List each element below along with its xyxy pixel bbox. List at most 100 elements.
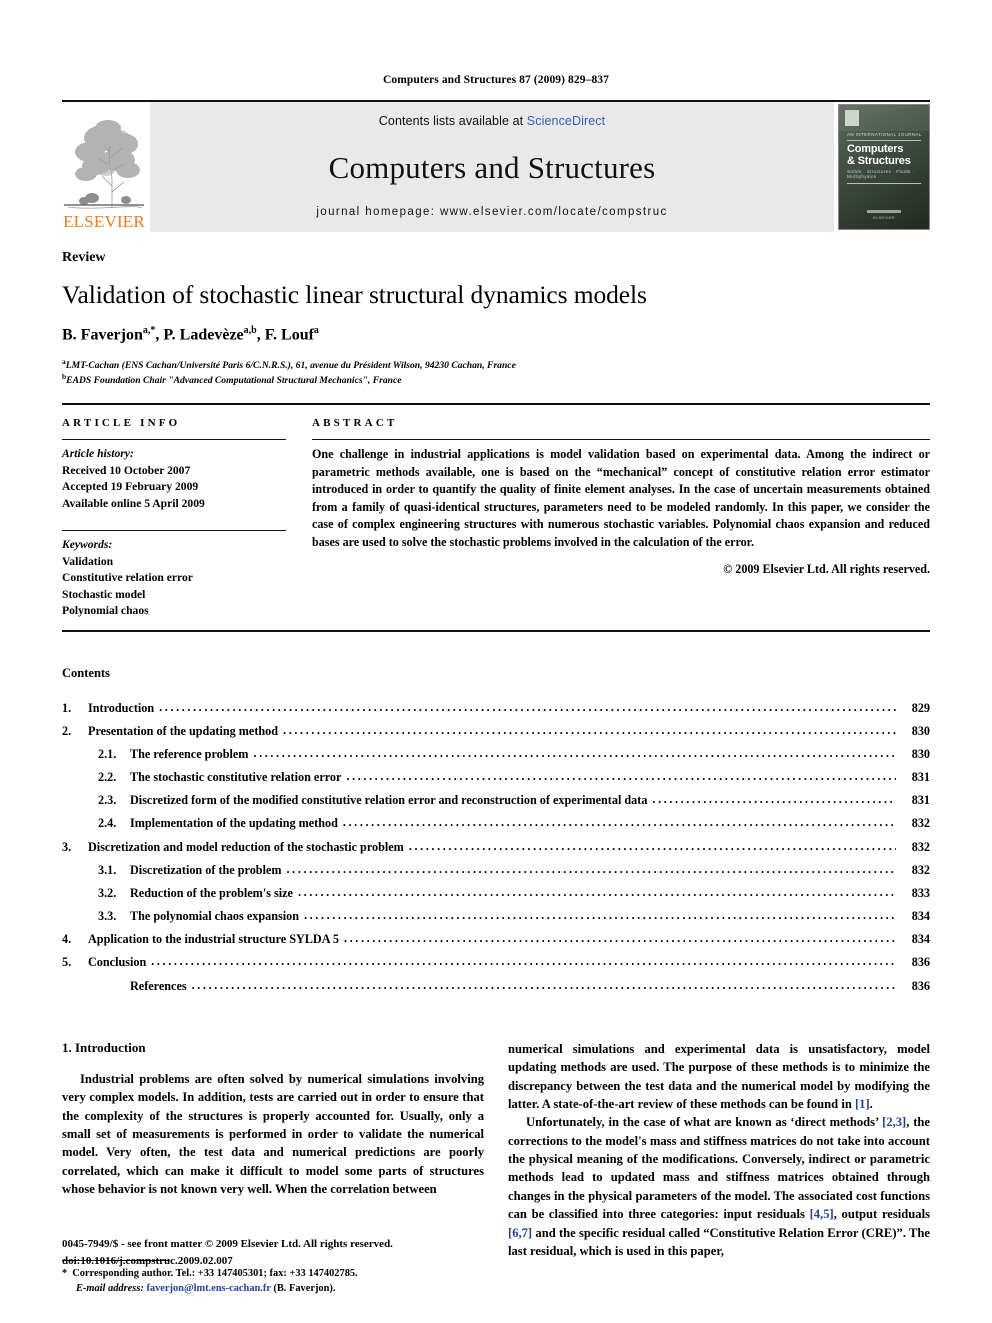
contents-entry[interactable]: 3. Discretization and model reduction of … — [62, 836, 930, 859]
author-name: P. Ladevèze — [163, 326, 244, 344]
article-info-column: ARTICLE INFO Article history: Received 1… — [62, 417, 312, 619]
divider — [312, 439, 930, 441]
author-list: B. Faverjona,*, P. Ladevèzea,b, F. Loufa — [62, 325, 319, 344]
contents-list: 1. Introduction..........................… — [62, 697, 930, 998]
contents-entry[interactable]: 2. Presentation of the updating method...… — [62, 720, 930, 743]
cover-footer-bar — [867, 210, 901, 213]
contents-entry[interactable]: 3.3. The polynomial chaos expansion......… — [62, 905, 930, 928]
affiliation-text: EADS Foundation Chair "Advanced Computat… — [66, 375, 402, 387]
contents-leader-dots: ........................................… — [303, 908, 896, 923]
email-label: E-mail address: — [76, 1283, 144, 1295]
cover-title-line1: Computers — [847, 143, 904, 155]
contents-leader-dots: ........................................… — [253, 745, 896, 760]
citation-link[interactable]: [1] — [855, 1097, 870, 1111]
contents-entry-label: Conclusion — [88, 955, 147, 970]
contents-entry-page: 834 — [911, 932, 930, 947]
contents-entry-label: Introduction — [88, 700, 155, 715]
contents-entry-page: 833 — [911, 885, 930, 900]
keyword-item: Polynomial chaos — [62, 604, 149, 618]
cover-elsevier-mark — [845, 110, 859, 126]
contents-leader-dots: ........................................… — [344, 931, 896, 946]
keywords: Keywords: Validation Constitutive relati… — [62, 537, 286, 619]
citation-link[interactable]: [6,7] — [508, 1226, 532, 1240]
contents-entry-number: 3.3. — [98, 909, 117, 924]
journal-title: Computers and Structures — [328, 149, 656, 185]
contents-entry-label: The stochastic constitutive relation err… — [130, 770, 342, 785]
contents-leader-dots: ........................................… — [159, 699, 896, 714]
contents-entry-number: 5. — [62, 955, 72, 970]
citation-link[interactable]: [2,3] — [882, 1115, 906, 1129]
citation-link[interactable]: [4,5] — [810, 1207, 834, 1221]
contents-entry[interactable]: References..............................… — [62, 975, 930, 998]
contents-entry[interactable]: 2.4. Implementation of the updating metho… — [62, 812, 930, 835]
contents-entry[interactable]: 4. Application to the industrial structur… — [62, 928, 930, 951]
contents-leader-dots: ........................................… — [286, 861, 896, 876]
cover-title-line2: & Structures — [847, 155, 911, 168]
corresponding-author-note: * Corresponding author. Tel.: +33 1474053… — [62, 1267, 484, 1282]
paragraph: Industrial problems are often solved by … — [62, 1071, 484, 1197]
cover-title: Computers & Structures — [847, 143, 923, 168]
contents-entry-number: 2.1. — [98, 746, 117, 761]
contents-entry-label: References — [130, 978, 187, 993]
elsevier-logo: ELSEVIER — [62, 102, 146, 232]
author-name: F. Louf — [264, 326, 314, 344]
affiliation-text: LMT-Cachan (ENS Cachan/Université Paris … — [65, 359, 516, 371]
article-history-item: Accepted 19 February 2009 — [62, 480, 199, 494]
doi-line: doi:10.1016/j.compstruc.2009.02.007 — [62, 1254, 233, 1267]
article-info-heading: ARTICLE INFO — [62, 417, 181, 430]
author-marks: a,* — [142, 325, 156, 337]
contents-heading: Contents — [62, 665, 110, 680]
contents-entry-number: 4. — [62, 932, 72, 947]
intro-right-text: numerical simulations and experimental d… — [508, 1040, 930, 1261]
contents-entry-label: The polynomial chaos expansion — [130, 909, 299, 924]
cover-footer: ELSEVIER — [873, 215, 895, 220]
contents-entry-label: Implementation of the updating method — [130, 816, 338, 831]
contents-entry-number: 2.2. — [98, 770, 117, 785]
keywords-label: Keywords: — [62, 538, 113, 552]
keyword-item: Stochastic model — [62, 587, 146, 601]
contents-entry-number: 3.2. — [98, 885, 117, 900]
contents-entry[interactable]: 2.3. Discretized form of the modified con… — [62, 789, 930, 812]
contents-entry-label: Discretization and model reduction of th… — [88, 839, 404, 854]
email-note: E-mail address: faverjon@lmt.ens-cachan.… — [62, 1282, 484, 1297]
cover-kicker: AN INTERNATIONAL JOURNAL — [847, 132, 922, 137]
article-title: Validation of stochastic linear structur… — [62, 280, 647, 309]
contents-entry[interactable]: 5. Conclusion............................… — [62, 951, 930, 974]
contents-entry[interactable]: 3.1. Discretization of the problem.......… — [62, 859, 930, 882]
contents-available-line: Contents lists available at ScienceDirec… — [379, 114, 605, 128]
section-heading-introduction: 1. Introduction — [62, 1039, 146, 1055]
contents-entry-page: 834 — [911, 909, 930, 924]
contents-entry-number: 2.3. — [98, 793, 117, 808]
contents-leader-dots: ........................................… — [652, 792, 896, 807]
running-head: Computers and Structures 87 (2009) 829–8… — [383, 74, 609, 86]
email-link[interactable]: faverjon@lmt.ens-cachan.fr — [146, 1283, 270, 1294]
keyword-item: Constitutive relation error — [62, 571, 193, 585]
contents-entry-label: Discretization of the problem — [130, 862, 282, 877]
contents-entry-number: 2.4. — [98, 816, 117, 831]
article-history-label: Article history: — [62, 447, 134, 461]
sciencedirect-link[interactable]: ScienceDirect — [527, 114, 605, 128]
paper-page: Computers and Structures 87 (2009) 829–8… — [0, 0, 992, 1323]
contents-entry[interactable]: 2.2. The stochastic constitutive relation… — [62, 766, 930, 789]
contents-entry-page: 831 — [911, 770, 930, 785]
contents-entry-number: 3. — [62, 839, 72, 854]
contents-entry-page: 836 — [911, 978, 930, 993]
affiliation: bEADS Foundation Chair "Advanced Computa… — [62, 372, 930, 387]
journal-homepage-line[interactable]: journal homepage: www.elsevier.com/locat… — [316, 206, 667, 218]
affiliation: aLMT-Cachan (ENS Cachan/Université Paris… — [62, 357, 930, 372]
paragraph: numerical simulations and experimental d… — [508, 1041, 930, 1111]
article-history: Article history: Received 10 October 200… — [62, 446, 286, 512]
contents-entry-number: 3.1. — [98, 862, 117, 877]
abstract-copyright: © 2009 Elsevier Ltd. All rights reserved… — [723, 561, 930, 576]
contents-entry[interactable]: 1. Introduction..........................… — [62, 697, 930, 720]
corresponding-author-text: Corresponding author. Tel.: +33 14740530… — [72, 1268, 358, 1280]
contents-entry[interactable]: 2.1. The reference problem...............… — [62, 743, 930, 766]
keyword-item: Validation — [62, 554, 114, 568]
contents-entry[interactable]: 3.2. Reduction of the problem's size.....… — [62, 882, 930, 905]
divider — [62, 439, 286, 441]
paragraph: Unfortunately, in the case of what are k… — [508, 1115, 930, 1258]
elsevier-tree-icon — [62, 108, 146, 212]
intro-left-text: Industrial problems are often solved by … — [62, 1070, 484, 1199]
contents-entry-page: 829 — [911, 700, 930, 715]
author-marks: a,b — [243, 325, 257, 337]
